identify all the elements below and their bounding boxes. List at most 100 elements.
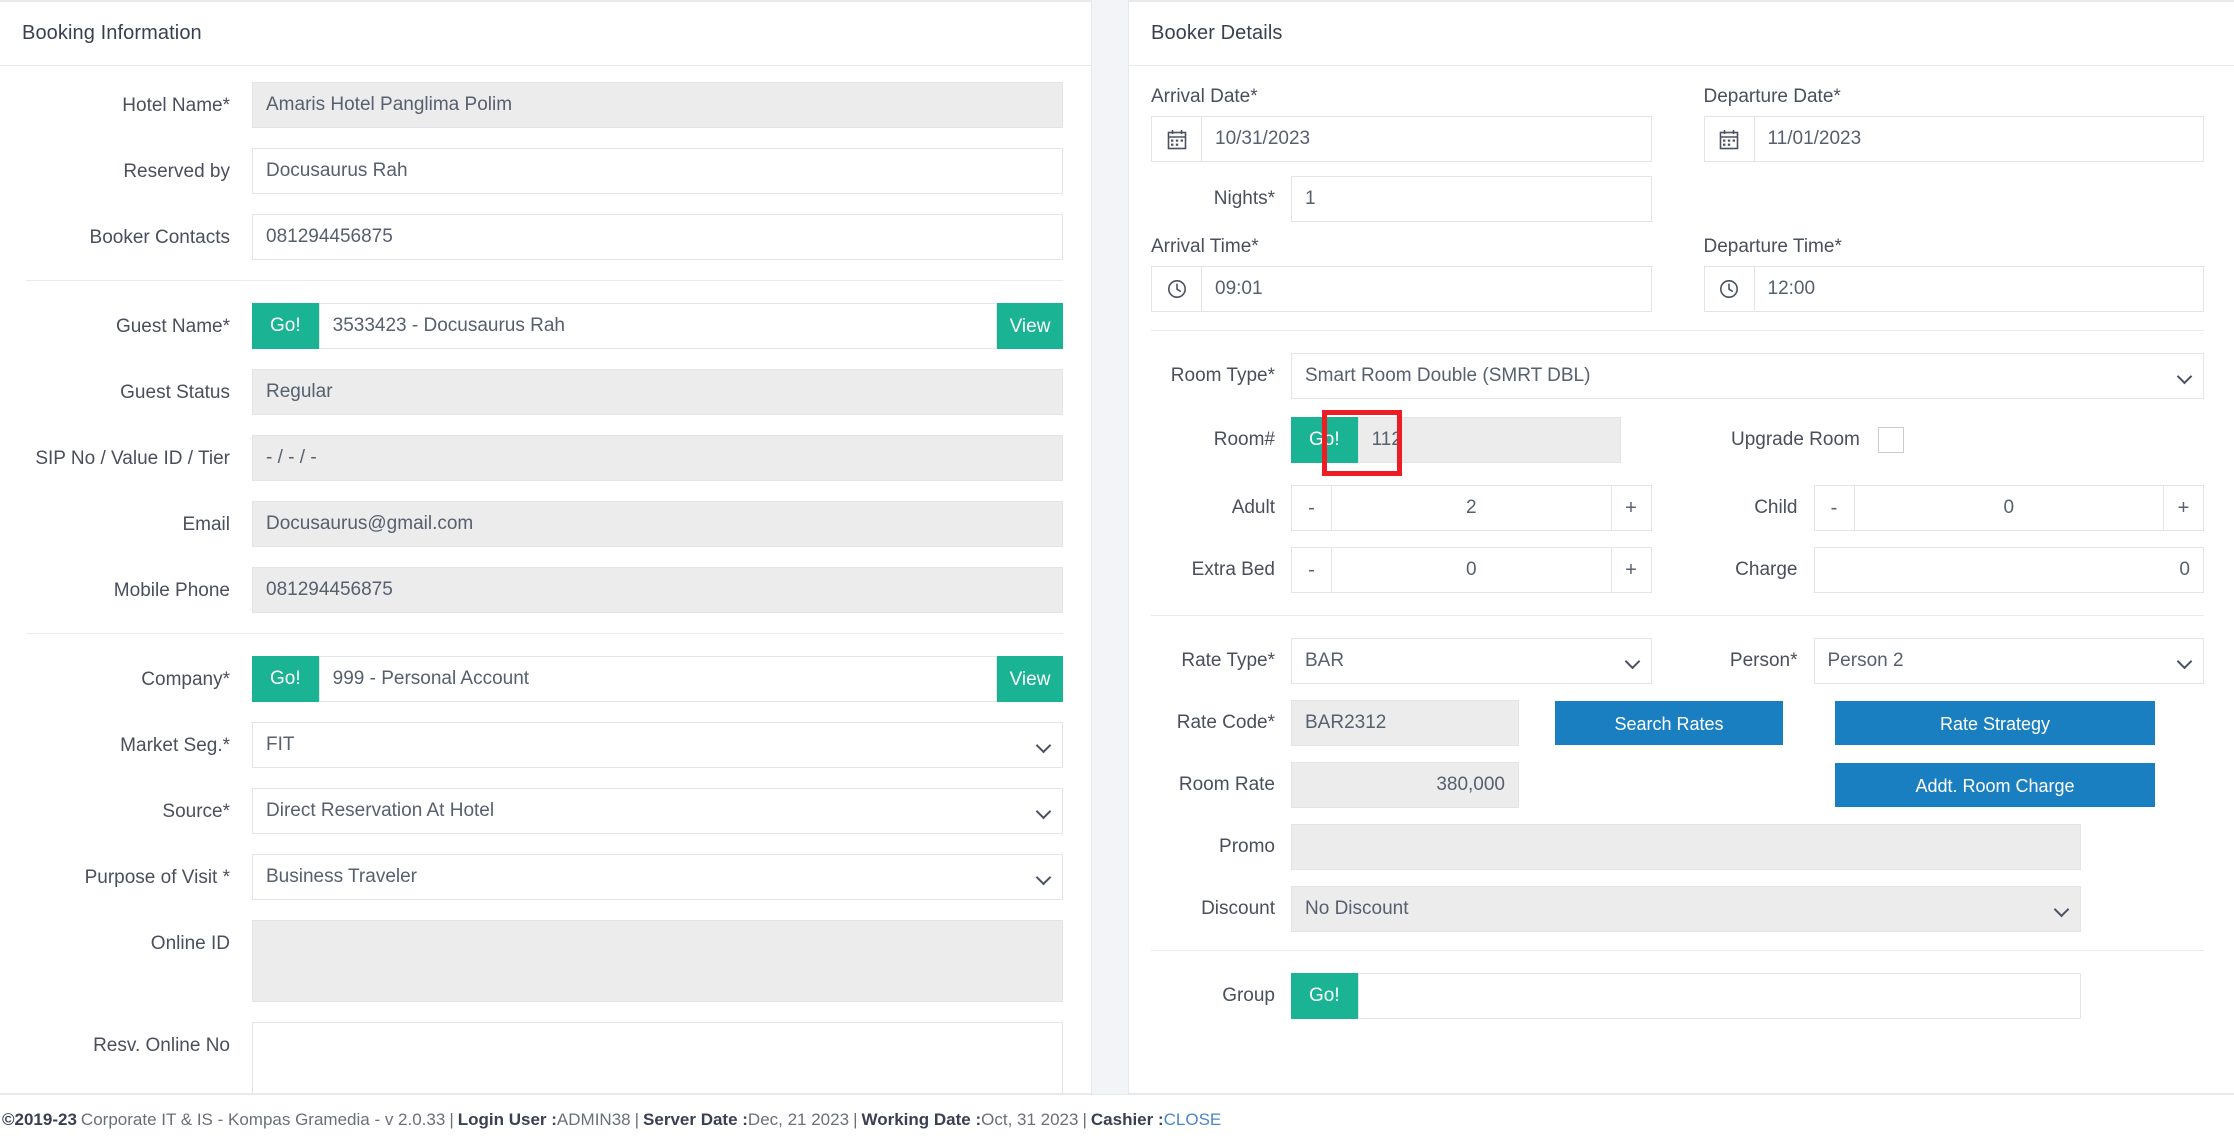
booking-information-header: Booking Information (0, 2, 1091, 66)
discount-label: Discount (1201, 898, 1275, 919)
section-divider-5 (1151, 950, 2204, 951)
person-select[interactable]: Person 2 (1813, 638, 2204, 684)
guest-name-view-button[interactable]: View (997, 303, 1063, 349)
group-go-button[interactable]: Go! (1291, 973, 1358, 1019)
adult-decrement-button[interactable]: - (1291, 485, 1331, 531)
room-number-go-button[interactable]: Go! (1291, 417, 1358, 463)
group-input[interactable] (1357, 973, 2081, 1019)
promo-input (1291, 824, 2081, 870)
room-rate-label: Room Rate (1178, 774, 1275, 795)
section-divider-1 (26, 280, 1063, 281)
field-row-resv-online-no: Resv. Online No (12, 1022, 1063, 1093)
rate-code-label: Rate Code* (1176, 712, 1275, 733)
rate-code-input: BAR2312 (1291, 700, 1519, 746)
guest-name-go-button[interactable]: Go! (252, 303, 319, 349)
rate-type-select[interactable]: BAR (1291, 638, 1652, 684)
purpose-of-visit-label: Purpose of Visit * (84, 867, 230, 888)
upgrade-room-checkbox[interactable] (1877, 427, 1904, 453)
discount-value: No Discount (1305, 898, 1409, 919)
room-number-label: Room# (1213, 429, 1275, 450)
departure-date-group: Departure Date* 11/01/2023 (1703, 86, 2204, 162)
clock-icon (1703, 266, 1754, 312)
reserved-by-input[interactable]: Docusaurus Rah (252, 148, 1063, 194)
company-view-button[interactable]: View (997, 656, 1063, 702)
field-row-online-id: Online ID (12, 920, 1063, 1002)
search-rates-button[interactable]: Search Rates (1555, 701, 1783, 745)
mobile-phone-input: 081294456875 (252, 567, 1063, 613)
purpose-of-visit-select[interactable]: Business Traveler (252, 854, 1063, 900)
room-rate-input: 380,000 (1291, 762, 1519, 808)
field-row-company: Company* Go! 999 - Personal Account View (12, 656, 1063, 702)
rate-type-label: Rate Type* (1181, 650, 1275, 671)
guest-status-label: Guest Status (120, 382, 230, 403)
field-row-booker-contacts: Booker Contacts 081294456875 (12, 214, 1063, 260)
booker-details-title: Booker Details (1151, 22, 1283, 44)
charge-input[interactable]: 0 (1813, 547, 2204, 593)
mobile-phone-label: Mobile Phone (113, 580, 230, 601)
room-type-select[interactable]: Smart Room Double (SMRT DBL) (1291, 353, 2204, 399)
status-footer: ©2019-23 Corporate IT & IS - Kompas Gram… (0, 1094, 2234, 1144)
source-select[interactable]: Direct Reservation At Hotel (252, 788, 1063, 834)
adult-increment-button[interactable]: + (1611, 485, 1652, 531)
field-row-sip-no: SIP No / Value ID / Tier - / - / - (12, 435, 1063, 481)
market-seg-value: FIT (266, 734, 295, 755)
resv-online-no-textarea[interactable] (252, 1022, 1063, 1093)
cashier-status-link[interactable]: CLOSE (1164, 1110, 1222, 1130)
footer-sep-4: | (1082, 1109, 1087, 1129)
extra-bed-increment-button[interactable]: + (1611, 547, 1652, 593)
child-value[interactable]: 0 (1853, 485, 2164, 531)
source-value: Direct Reservation At Hotel (266, 800, 495, 821)
departure-time-group: Departure Time* 12:00 (1703, 236, 2204, 312)
section-divider-4 (1151, 615, 2204, 616)
arrival-date-label: Arrival Date* (1151, 86, 1258, 107)
departure-time-label: Departure Time* (1703, 236, 1842, 257)
footer-company: Corporate IT & IS - Kompas Gramedia - v … (80, 1109, 446, 1129)
booker-contacts-input[interactable]: 081294456875 (252, 214, 1063, 260)
discount-select[interactable]: No Discount (1291, 886, 2081, 932)
clock-icon (1151, 266, 1201, 312)
extra-bed-decrement-button[interactable]: - (1291, 547, 1331, 593)
guest-name-input[interactable]: 3533423 - Docusaurus Rah (318, 303, 997, 349)
company-input[interactable]: 999 - Personal Account (318, 656, 997, 702)
arrival-date-input[interactable]: 10/31/2023 (1201, 116, 1652, 162)
booking-screen: Booking Information Hotel Name* Amaris H… (0, 0, 2234, 1144)
child-decrement-button[interactable]: - (1813, 485, 1854, 531)
nights-input[interactable]: 1 (1291, 176, 1652, 222)
footer-cashier-label: Cashier : (1090, 1109, 1164, 1129)
booking-information-panel: Booking Information Hotel Name* Amaris H… (0, 0, 1092, 1094)
addt-room-charge-button[interactable]: Addt. Room Charge (1835, 763, 2155, 807)
hotel-name-input: Amaris Hotel Panglima Polim (252, 82, 1063, 128)
field-row-mobile-phone: Mobile Phone 081294456875 (12, 567, 1063, 613)
person-value: Person 2 (1827, 650, 1904, 671)
chevron-down-icon (1038, 871, 1050, 883)
room-type-value: Smart Room Double (SMRT DBL) (1305, 365, 1591, 386)
adult-stepper: - 2 + (1291, 485, 1652, 531)
departure-time-input[interactable]: 12:00 (1753, 266, 2204, 312)
market-seg-select[interactable]: FIT (252, 722, 1063, 768)
footer-sep-2: | (634, 1109, 640, 1129)
resv-online-no-label: Resv. Online No (93, 1035, 230, 1056)
upgrade-room-label: Upgrade Room (1731, 429, 1860, 450)
nights-spacer (1704, 176, 2205, 222)
chevron-down-icon (1038, 739, 1050, 751)
field-row-reserved-by: Reserved by Docusaurus Rah (12, 148, 1063, 194)
footer-sep-3: | (853, 1109, 858, 1129)
child-label: Child (1754, 497, 1798, 518)
footer-working-date-label: Working Date : (861, 1109, 982, 1129)
booker-contacts-label: Booker Contacts (89, 227, 230, 248)
company-go-button[interactable]: Go! (252, 656, 319, 702)
arrival-time-input[interactable]: 09:01 (1201, 266, 1652, 312)
section-divider-2 (26, 633, 1063, 634)
sip-no-input: - / - / - (252, 435, 1063, 481)
rate-strategy-button[interactable]: Rate Strategy (1835, 701, 2155, 745)
departure-date-input[interactable]: 11/01/2023 (1753, 116, 2204, 162)
child-increment-button[interactable]: + (2164, 485, 2204, 531)
nights-group: Nights* 1 (1151, 176, 1652, 222)
field-row-guest-status: Guest Status Regular (12, 369, 1063, 415)
child-stepper: - 0 + (1813, 485, 2204, 531)
extra-bed-value[interactable]: 0 (1331, 547, 1612, 593)
footer-sep-1: | (449, 1109, 454, 1129)
footer-server-date-label: Server Date : (643, 1109, 748, 1129)
market-seg-label: Market Seg.* (120, 735, 230, 756)
adult-value[interactable]: 2 (1331, 485, 1612, 531)
